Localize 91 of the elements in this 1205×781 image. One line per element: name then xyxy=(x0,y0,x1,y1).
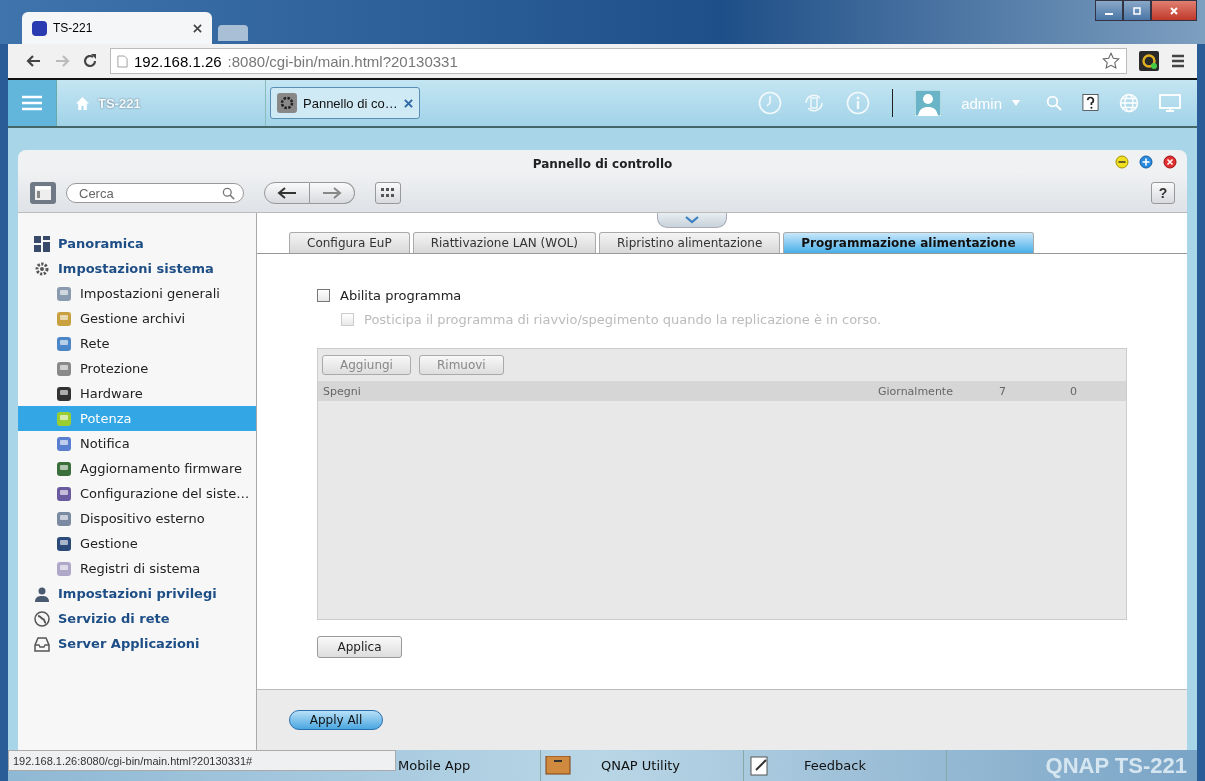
back-icon xyxy=(277,187,297,199)
star-icon[interactable] xyxy=(1102,52,1120,70)
sidebar-item[interactable]: Notifica xyxy=(18,431,256,456)
sidebar-item[interactable]: Hardware xyxy=(18,381,256,406)
close-icon xyxy=(1169,5,1179,16)
gear-icon xyxy=(34,260,50,277)
apply-all-button[interactable]: Apply All xyxy=(289,710,383,730)
minimize-button[interactable] xyxy=(1095,0,1123,21)
close-icon[interactable] xyxy=(403,98,413,108)
sidebar-item[interactable]: Aggiornamento firmware xyxy=(18,456,256,481)
sidebar-item[interactable]: Configurazione del siste… xyxy=(18,481,256,506)
table-row[interactable]: Spegni Giornalmente 7 0 xyxy=(318,381,1126,401)
app-tab[interactable]: Pannello di co… xyxy=(270,87,420,119)
box-icon[interactable] xyxy=(545,755,571,776)
apps-grid-button[interactable] xyxy=(375,182,401,204)
menu-icon xyxy=(22,95,42,111)
page-icon xyxy=(117,54,128,68)
browser-tab[interactable]: TS-221 xyxy=(22,12,212,44)
sidebar-item[interactable]: Panoramica xyxy=(18,231,256,256)
menu-icon[interactable] xyxy=(1171,54,1185,68)
tile-icon xyxy=(56,435,72,452)
maximize-icon xyxy=(1132,5,1142,16)
extension-icon[interactable] xyxy=(1139,51,1159,71)
help-icon[interactable] xyxy=(1082,93,1099,113)
tab[interactable]: Configura EuP xyxy=(289,232,410,253)
maximize-button[interactable] xyxy=(1123,0,1151,21)
minimize-icon[interactable] xyxy=(1115,155,1129,169)
table-cell-text: 7 xyxy=(998,384,1007,398)
minimize-icon xyxy=(1105,12,1113,15)
tile-icon xyxy=(56,385,72,402)
chevron-icon xyxy=(685,216,699,224)
menu-button[interactable] xyxy=(8,80,57,126)
caret-icon xyxy=(1012,100,1020,106)
table-cell-text: Giornalmente xyxy=(877,384,954,398)
sidebar-item[interactable]: Registri di sistema xyxy=(18,556,256,581)
address-field[interactable]: 192.168.1.26 :8080/cgi-bin/main.html?20130331 xyxy=(110,48,1127,74)
sidebar-item[interactable]: Servizio di rete xyxy=(18,606,256,631)
grid-icon xyxy=(34,235,50,252)
tab[interactable]: Ripristino alimentazione xyxy=(598,232,781,253)
tab-title: TS-221 xyxy=(53,21,94,35)
sidebar-item[interactable]: Rete xyxy=(18,331,256,356)
sidebar-item[interactable]: Dispositivo esterno xyxy=(18,506,256,531)
tray-icon xyxy=(34,635,50,652)
apply-button[interactable]: Applica xyxy=(317,636,402,658)
gear-icon xyxy=(277,93,297,113)
maximize-icon[interactable] xyxy=(1139,155,1153,169)
tile-icon xyxy=(56,310,72,327)
tile-icon xyxy=(56,410,72,427)
person-icon xyxy=(34,585,50,602)
back-icon[interactable] xyxy=(26,53,42,69)
search-icon[interactable] xyxy=(222,187,235,200)
dock-label[interactable]: Mobile App xyxy=(398,758,471,773)
dock-label[interactable]: Feedback xyxy=(804,758,866,773)
tile-icon xyxy=(56,485,72,502)
checkbox-option[interactable]: Abilita programma xyxy=(317,284,462,306)
window-title: Pannello di controllo xyxy=(532,157,673,171)
status-url: 192.168.1.26:8080/cgi-bin/main.html?20130331# xyxy=(8,750,396,771)
forward-icon xyxy=(322,187,342,199)
tile-icon xyxy=(56,510,72,527)
layout-button[interactable] xyxy=(30,182,56,204)
tile-icon xyxy=(56,285,72,302)
layout-icon xyxy=(35,186,51,200)
sidebar-item[interactable]: Gestione archivi xyxy=(18,306,256,331)
tile-icon xyxy=(56,335,72,352)
sidebar-item[interactable]: Protezione xyxy=(18,356,256,381)
sidebar-item[interactable]: Impostazioni sistema xyxy=(18,256,256,281)
sidebar-item[interactable]: Impostazioni generali xyxy=(18,281,256,306)
search-field[interactable]: Cerca xyxy=(66,183,244,203)
reload-icon[interactable] xyxy=(82,53,98,69)
dock-label[interactable]: QNAP Utility xyxy=(601,758,681,773)
help-button[interactable]: ? xyxy=(1151,182,1175,204)
tile-icon xyxy=(56,460,72,477)
sidebar-item[interactable]: Gestione xyxy=(18,531,256,556)
tile-icon xyxy=(56,360,72,377)
sidebar-item[interactable]: Impostazioni privilegi xyxy=(18,581,256,606)
tab[interactable]: Programmazione alimentazione xyxy=(783,232,1034,253)
close-icon[interactable] xyxy=(1163,155,1177,169)
back-button[interactable] xyxy=(264,182,310,204)
table-cell-text: Spegni xyxy=(322,384,362,398)
collapse-button[interactable] xyxy=(657,213,727,228)
tab[interactable]: Riattivazione LAN (WOL) xyxy=(412,232,596,253)
close-icon[interactable] xyxy=(193,23,202,33)
table-cell-text: 0 xyxy=(1069,384,1078,398)
grid-icon xyxy=(381,188,395,198)
app-logo-icon xyxy=(32,20,47,36)
brand-logo-text: QNAP TS-221 xyxy=(1045,752,1188,780)
sidebar-item[interactable]: Server Applicazioni xyxy=(18,631,256,656)
tile-icon xyxy=(56,535,72,552)
close-button[interactable] xyxy=(1151,0,1197,21)
device-name: TS-221 xyxy=(98,95,141,111)
tile-icon xyxy=(56,560,72,577)
